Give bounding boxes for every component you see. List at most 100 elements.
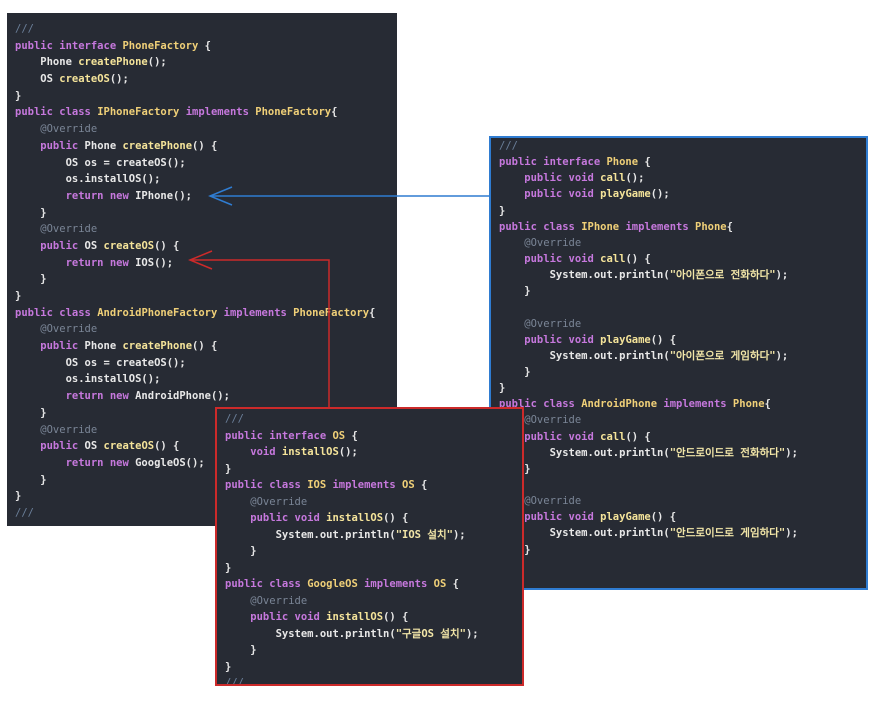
code-line: } — [15, 288, 397, 305]
code-token: Phone — [84, 139, 123, 152]
code-token: { — [345, 429, 358, 442]
code-token: { — [414, 479, 428, 491]
code-token: () { — [625, 252, 651, 265]
code-line: os.installOS(); — [15, 371, 397, 388]
code-token: OS — [84, 239, 104, 252]
code-token: () { — [192, 340, 218, 353]
code-token: createPhone — [122, 139, 193, 152]
code-token: ); — [465, 627, 479, 640]
code-token: createPhone — [78, 56, 148, 69]
code-token: IPhoneFactory — [97, 106, 186, 119]
code-token: @Override — [15, 423, 98, 436]
code-token: createPhone — [122, 340, 193, 353]
code-token: playGame — [600, 333, 651, 346]
code-line: /// — [225, 411, 522, 428]
code-token: } — [499, 285, 531, 298]
os-code-panel: ///public interface OS { void installOS(… — [215, 407, 524, 686]
code-token: ); — [785, 446, 798, 459]
code-token: public — [15, 340, 85, 353]
code-line: /// — [15, 21, 397, 38]
code-token: } — [15, 273, 47, 286]
code-line: return new AndroidPhone(); — [15, 388, 397, 405]
code-token: public void — [225, 611, 327, 623]
code-token: @Override — [225, 495, 308, 508]
code-token: public class — [499, 220, 582, 233]
code-token: public class — [225, 479, 308, 491]
code-token: } — [225, 545, 257, 557]
code-line: System.out.println("안드로이드로 전화하다"); — [499, 445, 866, 461]
code-token: System.out.println( — [499, 527, 670, 540]
code-token: call — [600, 252, 626, 265]
code-token: { — [369, 306, 376, 319]
code-line: os.installOS(); — [15, 171, 397, 188]
code-line: return new IOS(); — [15, 255, 397, 272]
code-token: /// — [499, 140, 518, 152]
code-token: } — [15, 290, 22, 302]
code-token: (); — [109, 73, 129, 86]
code-token: public void — [499, 188, 601, 201]
code-line: } — [15, 205, 397, 222]
code-token: GoogleOS — [307, 578, 365, 590]
code-line: public class IPhoneFactory implements Ph… — [15, 104, 397, 121]
code-token: { — [638, 156, 651, 169]
code-token: } — [499, 204, 506, 217]
code-token: public void — [499, 172, 601, 185]
code-token: OS — [332, 429, 346, 442]
code-line: @Override — [225, 593, 522, 610]
code-line: public void call() { — [499, 429, 866, 445]
code-line: public OS createOS() { — [15, 238, 397, 255]
phone-code-panel: /// public interface Phone { public void … — [489, 136, 868, 590]
code-line: @Override — [499, 493, 866, 509]
code-line: } — [15, 271, 397, 288]
code-line: return new IPhone(); — [15, 188, 397, 205]
code-token: ); — [452, 528, 466, 541]
code-token: } — [225, 561, 232, 574]
code-token: "안드로이드로 게임하다" — [669, 527, 786, 540]
code-line: OS os = createOS(); — [15, 355, 397, 372]
code-token: } — [225, 462, 232, 475]
code-line: } — [499, 461, 866, 477]
code-token: } — [15, 206, 47, 219]
code-line: } — [15, 88, 397, 105]
code-token: Phone — [15, 56, 79, 69]
code-line: public class GoogleOS implements OS { — [225, 576, 522, 593]
code-token: @Override — [499, 317, 582, 330]
code-token: IOS(); — [135, 256, 174, 269]
code-token: Phone — [606, 156, 639, 169]
code-token: playGame — [600, 511, 651, 524]
code-token: installOS — [281, 446, 339, 458]
code-token: { — [726, 220, 733, 233]
code-token: Phone — [732, 398, 765, 411]
code-line: public void playGame(); — [499, 186, 866, 202]
code-token: public void — [499, 252, 601, 265]
code-block: /// public interface Phone { public void … — [499, 138, 866, 588]
code-token: os.installOS(); — [15, 173, 161, 186]
code-token: } — [15, 473, 47, 486]
code-line: } — [499, 574, 866, 588]
code-token: return new — [15, 390, 136, 403]
code-token: } — [225, 644, 257, 656]
code-token: () { — [383, 512, 409, 524]
code-token: OS — [84, 440, 104, 453]
code-line: /// — [225, 675, 522, 684]
code-line: @Override — [499, 412, 866, 428]
code-line: } — [499, 283, 866, 299]
code-token: "구글OS 설치" — [395, 627, 466, 640]
code-token: PhoneFactory — [122, 39, 199, 52]
code-token: () { — [650, 333, 677, 346]
code-token: public interface — [15, 39, 123, 52]
code-token: (); — [650, 188, 670, 201]
code-token: /// — [15, 506, 34, 519]
code-token: AndroidPhoneFactory — [97, 306, 224, 319]
code-token: } — [15, 89, 22, 102]
code-line: } — [499, 203, 866, 219]
code-token: "아이폰으로 전화하다" — [669, 269, 776, 282]
code-token: return new — [15, 456, 136, 469]
code-token: ); — [785, 527, 798, 540]
code-token: } — [15, 406, 47, 419]
code-token: @Override — [499, 236, 582, 249]
code-token: PhoneFactory — [255, 106, 332, 119]
code-token: IPhone(); — [135, 189, 193, 202]
code-line: @Override — [15, 321, 397, 338]
code-line: public interface PhoneFactory { — [15, 38, 397, 55]
